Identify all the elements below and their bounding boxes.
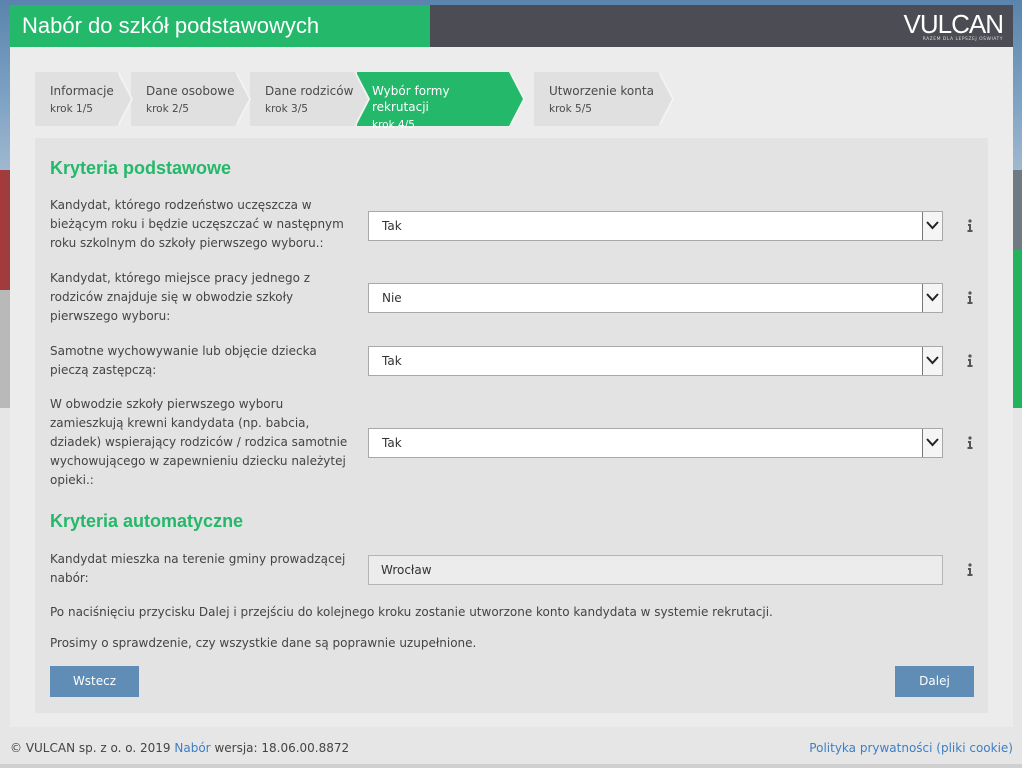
info-icon[interactable] xyxy=(965,436,975,450)
select-value: Tak xyxy=(382,219,402,233)
privacy-link[interactable]: Polityka prywatności (pliki cookie) xyxy=(809,741,1013,755)
info-note: Prosimy o sprawdzenie, czy wszystkie dan… xyxy=(50,636,477,650)
info-icon[interactable] xyxy=(965,354,975,368)
step-wybor-formy-rekrutacji[interactable]: Wybór formy rekrutacji krok 4/5 xyxy=(357,72,525,131)
info-icon[interactable] xyxy=(965,563,975,577)
chevron-down-icon[interactable] xyxy=(922,212,942,240)
info-icon[interactable] xyxy=(965,219,975,233)
basic-criteria-heading: Kryteria podstawowe xyxy=(50,158,232,178)
criterion-select[interactable]: Nie xyxy=(368,283,943,313)
criterion-label: W obwodzie szkoły pierwszego wyboru zami… xyxy=(50,397,348,487)
bottom-bar xyxy=(0,764,1022,768)
vulcan-logo[interactable]: VULCAN RAZEM DLA LEPSZEJ OŚWIATY xyxy=(903,9,1004,42)
automatic-criteria-heading: Kryteria automatyczne xyxy=(50,511,244,531)
step-dane-rodzicow[interactable]: Dane rodziców krok 3/5 xyxy=(250,72,370,126)
copyright: © VULCAN sp. z o. o. 2019 xyxy=(10,741,171,755)
step-label: Dane osobowe xyxy=(146,84,235,98)
footer: © VULCAN sp. z o. o. 2019 Nabór wersja: … xyxy=(10,741,349,755)
step-label: Dane rodziców xyxy=(265,84,354,98)
step-number: krok 1/5 xyxy=(50,103,93,115)
step-number: krok 3/5 xyxy=(265,103,308,115)
logo-text: VULCAN xyxy=(903,9,1004,39)
app-link[interactable]: Nabór xyxy=(174,741,210,755)
step-label: Utworzenie konta xyxy=(549,84,654,98)
next-button[interactable]: Dalej xyxy=(895,666,974,697)
chevron-down-icon[interactable] xyxy=(922,347,942,375)
municipality-field: Wrocław xyxy=(368,555,943,585)
info-icon[interactable] xyxy=(965,291,975,305)
back-button[interactable]: Wstecz xyxy=(50,666,139,697)
info-note: Po naciśnięciu przycisku Dalej i przejśc… xyxy=(50,605,773,619)
top-bar: Nabór do szkół podstawowych VULCAN RAZEM… xyxy=(10,5,1013,47)
select-value: Tak xyxy=(382,436,402,450)
version: wersja: 18.06.00.8872 xyxy=(214,741,350,755)
select-value: Nie xyxy=(382,291,402,305)
step-informacje[interactable]: Informacje krok 1/5 xyxy=(35,72,133,126)
chevron-down-icon[interactable] xyxy=(922,429,942,457)
step-utworzenie-konta[interactable]: Utworzenie konta krok 5/5 xyxy=(534,72,674,126)
criterion-select[interactable]: Tak xyxy=(368,211,943,241)
main-container: Informacje krok 1/5 Dane osobowe krok 2/… xyxy=(10,47,1013,727)
app-title: Nabór do szkół podstawowych xyxy=(10,5,430,47)
criterion-select[interactable]: Tak xyxy=(368,346,943,376)
criteria-panel: Kryteria podstawowe Kandydat, którego ro… xyxy=(35,138,988,713)
select-value: Tak xyxy=(382,354,402,368)
criterion-select[interactable]: Tak xyxy=(368,428,943,458)
step-number: krok 5/5 xyxy=(549,103,592,115)
step-number: krok 4/5 xyxy=(372,119,415,131)
chevron-down-icon[interactable] xyxy=(922,284,942,312)
step-dane-osobowe[interactable]: Dane osobowe krok 2/5 xyxy=(131,72,251,126)
criterion-label: Kandydat, którego rodzeństwo uczęszcza w… xyxy=(50,198,344,250)
step-label: Informacje xyxy=(50,84,114,98)
criterion-label: Samotne wychowywanie lub objęcie dziecka… xyxy=(50,344,317,377)
criterion-label: Kandydat mieszka na terenie gminy prowad… xyxy=(50,552,346,585)
criterion-label: Kandydat, którego miejsce pracy jednego … xyxy=(50,271,311,323)
step-number: krok 2/5 xyxy=(146,103,189,115)
step-label: Wybór formy rekrutacji xyxy=(372,84,450,114)
